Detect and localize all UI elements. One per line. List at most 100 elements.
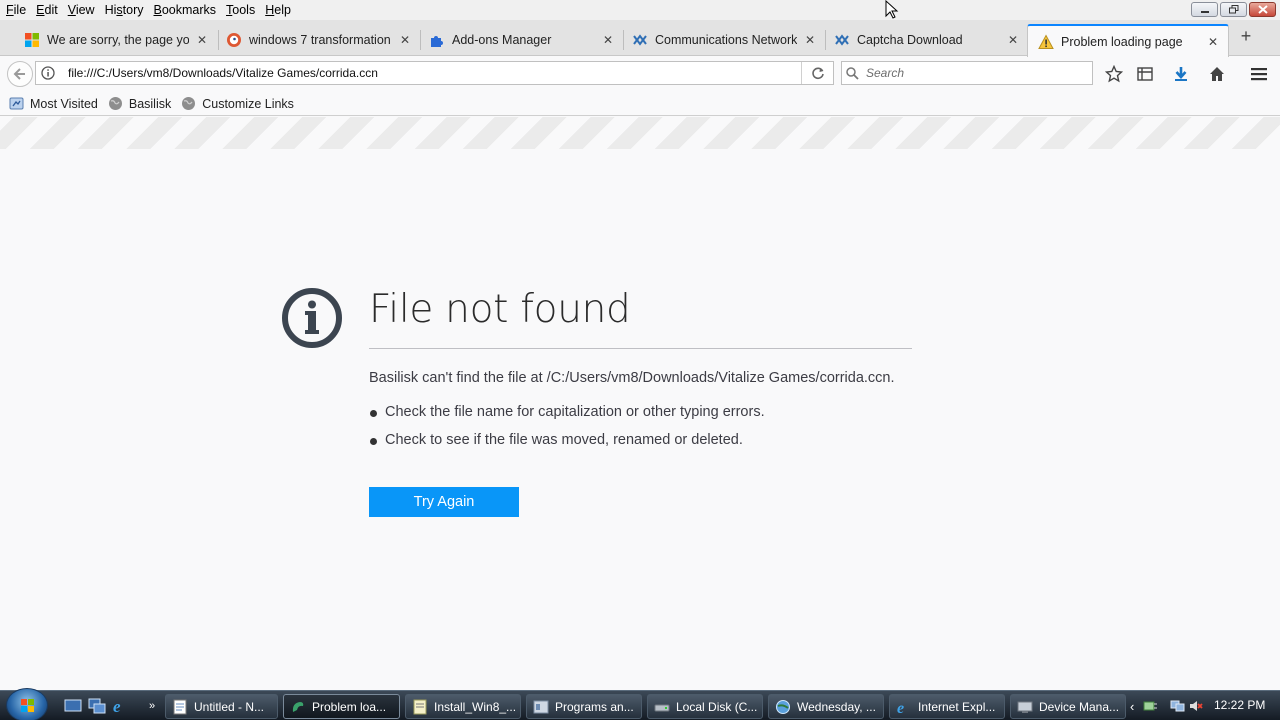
tab-close-icon[interactable]: ✕ — [1206, 35, 1220, 49]
try-again-button[interactable]: Try Again — [369, 487, 519, 517]
basilisk-icon — [290, 699, 306, 715]
taskbar: e » Untitled - N... Problem loa... Insta… — [0, 688, 1280, 720]
duckduckgo-icon — [226, 32, 242, 48]
tab-captcha-download[interactable]: Captcha Download ✕ — [824, 24, 1028, 56]
home-icon[interactable] — [1208, 65, 1226, 83]
taskbar-label: Local Disk (C... — [676, 699, 758, 714]
taskbar-label: Internet Expl... — [918, 699, 996, 714]
taskbar-button-basilisk[interactable]: Problem loa... — [283, 694, 400, 719]
bookmark-folder-icon — [9, 96, 24, 111]
bookmark-label: Basilisk — [128, 96, 172, 111]
svg-text:e: e — [897, 700, 904, 715]
taskbar-button-wednesday[interactable]: Wednesday, ... — [768, 694, 884, 719]
close-icon — [1257, 5, 1268, 14]
menu-file[interactable]: File — [0, 0, 31, 20]
svg-text:e: e — [113, 697, 121, 715]
tab-title: Communications Network — [655, 33, 797, 47]
volume-muted-icon[interactable] — [1188, 698, 1204, 714]
bookmark-customize-links[interactable]: Customize Links — [181, 96, 294, 111]
search-input[interactable]: Search — [862, 66, 904, 80]
restore-button[interactable] — [1220, 2, 1247, 17]
bullet-icon — [370, 438, 377, 445]
tray-expand-icon[interactable]: ‹ — [1130, 699, 1134, 714]
text-file-icon — [412, 699, 428, 715]
tab-windows7[interactable]: windows 7 transformation ✕ — [216, 24, 420, 56]
minimize-icon — [1200, 10, 1209, 13]
error-page: File not found Basilisk can't find the f… — [0, 117, 1280, 690]
start-button[interactable] — [6, 688, 48, 720]
safely-remove-icon[interactable] — [1142, 698, 1158, 714]
taskbar-label: Install_Win8_... — [434, 699, 517, 714]
back-button[interactable] — [7, 61, 33, 87]
menu-help[interactable]: Help — [260, 0, 296, 20]
menu-view[interactable]: View — [63, 0, 100, 20]
menu-edit[interactable]: Edit — [31, 0, 63, 20]
device-manager-icon — [1017, 699, 1033, 715]
tab-sorry-page[interactable]: We are sorry, the page you ✕ — [14, 24, 217, 56]
menu-bookmarks[interactable]: Bookmarks — [149, 0, 222, 20]
bookmark-star-icon[interactable] — [1105, 65, 1123, 83]
quicklaunch-overflow-icon[interactable]: » — [143, 697, 161, 715]
info-icon — [281, 287, 343, 349]
bookmark-basilisk[interactable]: Basilisk — [108, 96, 171, 111]
url-text[interactable]: file:///C:/Users/vm8/Downloads/Vitalize … — [60, 66, 801, 80]
bookmark-label: Most Visited — [30, 96, 98, 111]
tab-title: Captcha Download — [857, 33, 963, 47]
tab-close-icon[interactable]: ✕ — [601, 33, 615, 47]
ie-icon[interactable]: e — [111, 697, 129, 715]
bookmark-most-visited[interactable]: Most Visited — [9, 96, 98, 111]
tab-title: windows 7 transformation — [249, 33, 391, 47]
library-icon[interactable] — [1136, 65, 1154, 83]
windows-flag-icon — [24, 32, 40, 48]
warning-stripes — [0, 117, 1280, 149]
taskbar-button-device-manager[interactable]: Device Mana... — [1010, 694, 1126, 719]
show-desktop-icon[interactable] — [64, 697, 82, 715]
tab-close-icon[interactable]: ✕ — [195, 33, 209, 47]
taskbar-button-programs[interactable]: Programs an... — [526, 694, 642, 719]
menu-history[interactable]: History — [100, 0, 149, 20]
minimize-button[interactable] — [1191, 2, 1218, 17]
windows-logo-icon — [21, 699, 34, 712]
new-tab-button[interactable]: + — [1236, 26, 1256, 46]
search-bar[interactable]: Search — [841, 61, 1093, 85]
network-tray-icon[interactable] — [1170, 698, 1186, 714]
taskbar-button-internet-explorer[interactable]: e Internet Expl... — [889, 694, 1005, 719]
tab-title: Problem loading page — [1061, 34, 1183, 49]
tab-title: Add-ons Manager — [452, 33, 552, 47]
menu-bar: File Edit View History Bookmarks Tools H… — [0, 0, 1280, 20]
restore-icon — [1228, 5, 1238, 14]
tab-title: We are sorry, the page you — [47, 33, 189, 47]
title-divider — [369, 348, 912, 349]
tab-close-icon[interactable]: ✕ — [398, 33, 412, 47]
tab-close-icon[interactable]: ✕ — [1006, 33, 1020, 47]
suggestion-text: Check to see if the file was moved, rena… — [385, 432, 743, 448]
tab-addons-manager[interactable]: Add-ons Manager ✕ — [419, 24, 623, 56]
switch-windows-icon[interactable] — [88, 697, 106, 715]
taskbar-button-local-disk[interactable]: Local Disk (C... — [647, 694, 763, 719]
notepad-icon — [172, 699, 188, 715]
hamburger-menu-icon[interactable] — [1250, 65, 1268, 83]
url-bar[interactable]: file:///C:/Users/vm8/Downloads/Vitalize … — [35, 61, 834, 85]
suggestion-text: Check the file name for capitalization o… — [385, 404, 765, 420]
info-icon[interactable] — [36, 66, 60, 80]
download-icon[interactable] — [1172, 65, 1190, 83]
tab-communications-network[interactable]: Communications Network ✕ — [622, 24, 825, 56]
bookmarks-bar: Most Visited Basilisk Customize Links — [0, 92, 1280, 116]
taskbar-button-install[interactable]: Install_Win8_... — [405, 694, 521, 719]
clock[interactable]: 12:22 PM — [1214, 698, 1265, 712]
close-window-button[interactable] — [1249, 2, 1276, 17]
tab-close-icon[interactable]: ✕ — [803, 33, 817, 47]
puzzle-icon — [429, 32, 445, 48]
tab-problem-loading-page[interactable]: Problem loading page ✕ — [1027, 24, 1229, 57]
taskbar-label: Untitled - N... — [194, 699, 265, 714]
taskbar-button-notepad[interactable]: Untitled - N... — [165, 694, 278, 719]
menu-tools[interactable]: Tools — [221, 0, 260, 20]
page-title: File not found — [369, 287, 631, 332]
search-icon — [842, 66, 862, 80]
ie-icon: e — [896, 699, 912, 715]
reload-icon[interactable] — [801, 62, 833, 84]
taskbar-label: Device Mana... — [1039, 699, 1120, 714]
error-description: Basilisk can't find the file at /C:/User… — [369, 370, 895, 386]
tab-strip: We are sorry, the page you ✕ windows 7 t… — [0, 20, 1280, 57]
bullet-icon — [370, 410, 377, 417]
